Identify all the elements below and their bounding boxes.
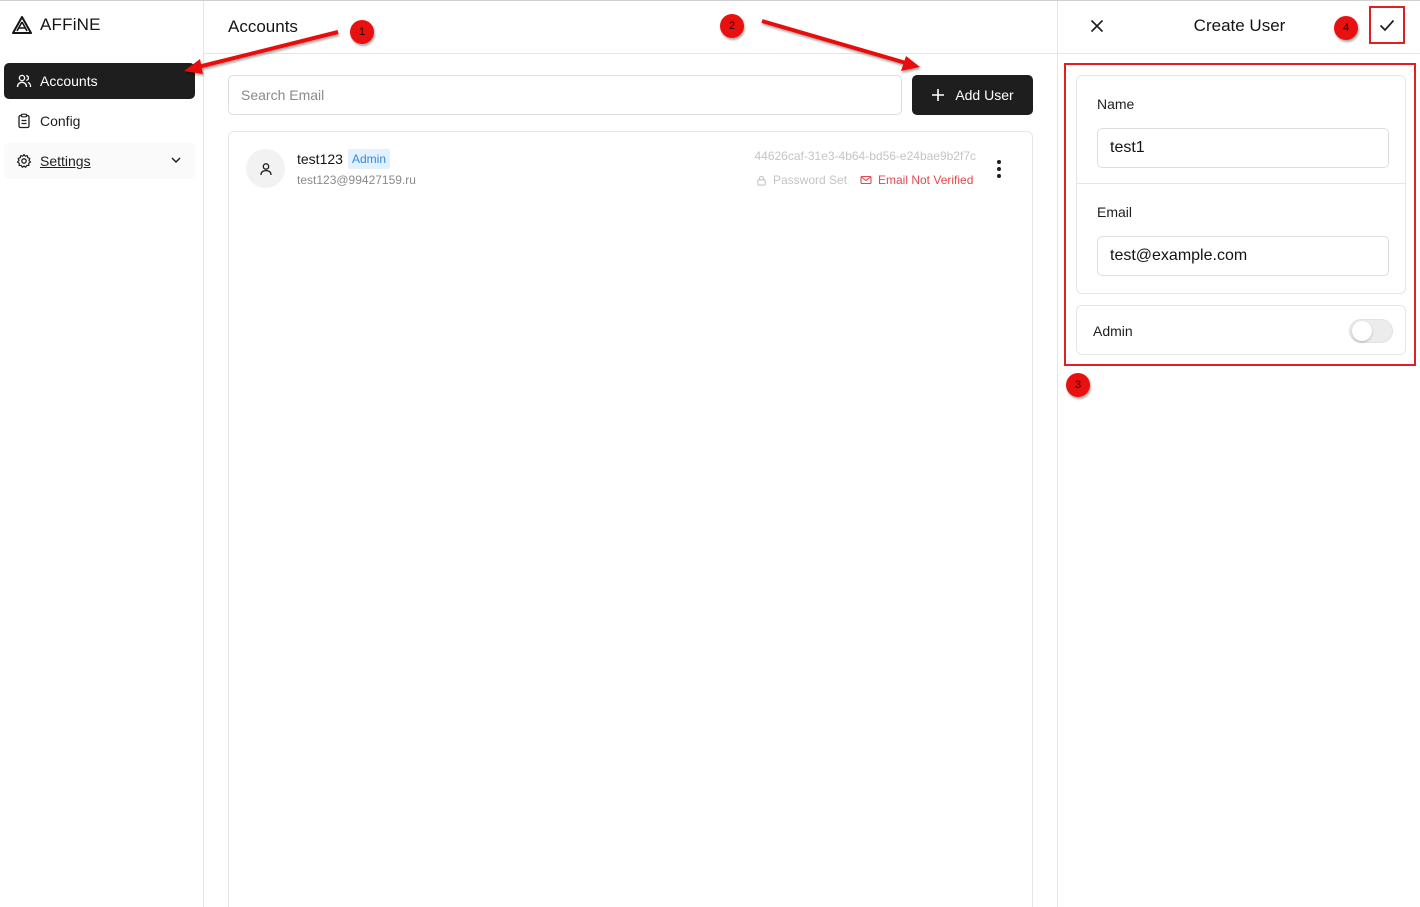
create-user-panel: Create User Name Email Admin [1057, 1, 1420, 907]
avatar [246, 149, 285, 188]
sidebar-item-accounts[interactable]: Accounts [4, 63, 195, 99]
annotation-marker-3: 3 [1066, 373, 1090, 397]
main-content: Accounts Add User test123 Admin test123@… [204, 1, 1057, 907]
brand: AFFiNE [12, 15, 101, 35]
annotation-form-highlight: Name Email Admin [1064, 63, 1416, 366]
sidebar-item-label: Settings [40, 153, 91, 169]
annotation-marker-4: 4 [1334, 16, 1358, 40]
email-field: Email [1077, 184, 1405, 292]
user-row[interactable]: test123 Admin test123@99427159.ru 44626c… [229, 132, 1032, 206]
chevron-down-icon [171, 157, 181, 164]
sidebar-item-label: Accounts [40, 73, 98, 89]
sidebar-item-label: Config [40, 113, 81, 129]
password-status-label: Password Set [773, 173, 848, 187]
app-window: AFFiNE Accounts Config Settings Accounts… [0, 0, 1420, 907]
page-title: Accounts [228, 17, 298, 36]
user-list: test123 Admin test123@99427159.ru 44626c… [228, 131, 1033, 907]
users-icon [16, 74, 32, 88]
more-options-icon[interactable] [992, 158, 1006, 180]
sidebar: AFFiNE Accounts Config Settings [0, 1, 204, 907]
user-name: test123 [297, 151, 343, 167]
check-icon [1379, 19, 1395, 32]
confirm-button[interactable] [1369, 6, 1405, 44]
user-id: 44626caf-31e3-4b64-bd56-e24bae9b2f7c [754, 149, 976, 163]
name-field: Name [1077, 76, 1405, 184]
toggle-knob [1352, 321, 1372, 341]
email-status: Email Not Verified [860, 173, 973, 187]
sidebar-item-config[interactable]: Config [4, 103, 195, 139]
admin-label: Admin [1093, 323, 1133, 339]
annotation-marker-1: 1 [350, 20, 374, 44]
affine-logo-icon [12, 16, 32, 34]
plus-icon [932, 89, 945, 101]
email-status-label: Email Not Verified [878, 173, 974, 187]
user-fields: Name Email [1076, 75, 1406, 294]
user-email: test123@99427159.ru [297, 173, 416, 187]
add-user-label: Add User [955, 87, 1014, 103]
sidebar-item-settings[interactable]: Settings [4, 143, 195, 179]
gear-icon [16, 153, 32, 168]
panel-title: Create User [1193, 16, 1286, 35]
lock-icon [757, 175, 766, 186]
name-label: Name [1097, 96, 1135, 112]
password-status: Password Set [756, 173, 847, 187]
add-user-button[interactable]: Add User [912, 75, 1033, 115]
name-input[interactable] [1097, 128, 1389, 168]
clipboard-icon [18, 113, 30, 129]
brand-name: AFFiNE [40, 15, 101, 34]
admin-toggle[interactable] [1349, 319, 1393, 343]
email-label: Email [1097, 204, 1133, 220]
annotation-marker-2: 2 [720, 14, 744, 38]
mail-icon [860, 175, 872, 185]
panel-header: Create User [1058, 1, 1420, 54]
search-email-input[interactable] [228, 75, 902, 115]
main-header: Accounts [204, 1, 1057, 54]
user-icon [259, 162, 272, 175]
email-input[interactable] [1097, 236, 1389, 276]
admin-badge: Admin [348, 149, 391, 169]
admin-setting-row: Admin [1076, 305, 1406, 355]
